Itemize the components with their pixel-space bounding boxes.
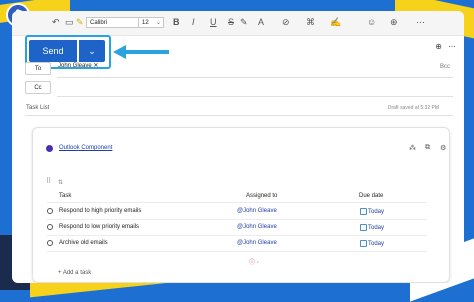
bcc-button[interactable]: Bcc — [440, 64, 450, 70]
calendar-icon — [360, 208, 367, 215]
signature-icon[interactable]: ✍ — [330, 17, 341, 28]
table-divider — [47, 202, 427, 203]
recipient-name: John Gleave — [58, 63, 92, 69]
strikethrough-button[interactable]: S — [228, 17, 234, 27]
task-title[interactable]: Respond to low priority emails — [59, 224, 139, 230]
copy-icon[interactable]: ⧉ — [425, 144, 430, 152]
more-options-icon[interactable]: ⋯ — [416, 17, 425, 28]
add-task-button[interactable]: + Add a task — [58, 270, 91, 276]
reaction-icon[interactable]: ⓘ ◦ — [249, 257, 259, 266]
task-title[interactable]: Respond to high priority emails — [59, 208, 141, 214]
loop-icon — [46, 145, 53, 152]
pointer-arrow-icon — [113, 45, 169, 59]
font-name-dropdown[interactable]: Calibri ⌄ — [86, 17, 146, 28]
send-options-button[interactable]: ⌄ — [79, 40, 105, 62]
font-size-dropdown[interactable]: 12 ⌄ — [138, 17, 164, 28]
sort-icon[interactable]: ⇅ — [58, 179, 63, 186]
compose-window: ↶ ▭ ✎ Calibri ⌄ 12 ⌄ B I U S ✎ A ⊘ ⌘ ✍ ☺… — [12, 11, 464, 283]
task-checkbox[interactable] — [47, 224, 53, 230]
divider — [25, 115, 453, 116]
font-color-icon[interactable]: A — [258, 17, 264, 27]
task-due-date[interactable]: Today — [360, 224, 384, 231]
link-icon[interactable]: ⌘ — [306, 17, 315, 28]
task-assignee[interactable]: @John Gleave — [237, 240, 277, 246]
draft-status: Draft saved at 5:32 PM — [387, 105, 439, 111]
loop-component-card: Outlook Component ⁂ ⧉ ⚙ ⠿ ⇅ Task Assigne… — [32, 127, 450, 283]
component-title-link[interactable]: Outlook Component — [59, 145, 112, 151]
column-header-task: Task — [59, 193, 72, 199]
task-due-date[interactable]: Today — [360, 240, 384, 247]
cc-button[interactable]: Cc — [25, 81, 51, 94]
calendar-icon — [360, 240, 367, 247]
font-name-value: Calibri — [90, 20, 108, 26]
send-button[interactable]: Send — [29, 40, 77, 62]
calendar-icon — [360, 224, 367, 231]
highlight-icon[interactable]: ✎ — [240, 17, 248, 28]
task-assignee[interactable]: @John Gleave — [237, 208, 277, 214]
task-due-date[interactable]: Today — [360, 208, 384, 215]
divider — [57, 96, 453, 97]
table-divider — [47, 235, 427, 236]
column-header-assigned: Assigned to — [246, 193, 278, 199]
to-button[interactable]: To — [25, 62, 51, 75]
recipient-chip[interactable]: John Gleave ✕ — [58, 62, 98, 69]
task-checkbox[interactable] — [47, 208, 53, 214]
paste-icon[interactable]: ▭ — [65, 17, 74, 28]
undo-icon[interactable]: ↶ — [52, 17, 60, 28]
format-painter-icon[interactable]: ✎ — [76, 17, 84, 28]
task-assignee[interactable]: @John Gleave — [237, 224, 277, 230]
attach-icon[interactable]: ⊘ — [282, 17, 290, 28]
table-divider — [47, 219, 427, 220]
zoom-icon[interactable]: ⊕ — [435, 42, 442, 51]
underline-button[interactable]: U — [210, 17, 217, 27]
divider — [57, 77, 453, 78]
bold-button[interactable]: B — [173, 17, 180, 27]
task-checkbox[interactable] — [47, 240, 53, 246]
chevron-down-icon: ⌄ — [155, 20, 161, 26]
remove-recipient-icon[interactable]: ✕ — [93, 63, 98, 69]
table-divider — [47, 251, 427, 252]
chevron-down-icon: ⌄ — [88, 46, 96, 56]
more-options-icon[interactable]: ⋯ — [448, 42, 456, 51]
insert-icon[interactable]: ⊕ — [390, 17, 398, 28]
emoji-icon[interactable]: ☺ — [367, 17, 376, 27]
column-header-due: Due date — [359, 193, 384, 199]
font-size-value: 12 — [142, 20, 149, 26]
task-title[interactable]: Archive old emails — [59, 240, 108, 246]
collaborators-icon[interactable]: ⁂ — [409, 144, 416, 152]
share-icon[interactable]: ⚙ — [440, 144, 446, 152]
italic-button[interactable]: I — [192, 17, 195, 27]
subject-field[interactable]: Task List — [26, 105, 49, 111]
drag-handle-icon[interactable]: ⠿ — [46, 177, 51, 185]
formatting-toolbar: ↶ ▭ ✎ Calibri ⌄ 12 ⌄ B I U S ✎ A ⊘ ⌘ ✍ ☺… — [12, 11, 464, 36]
